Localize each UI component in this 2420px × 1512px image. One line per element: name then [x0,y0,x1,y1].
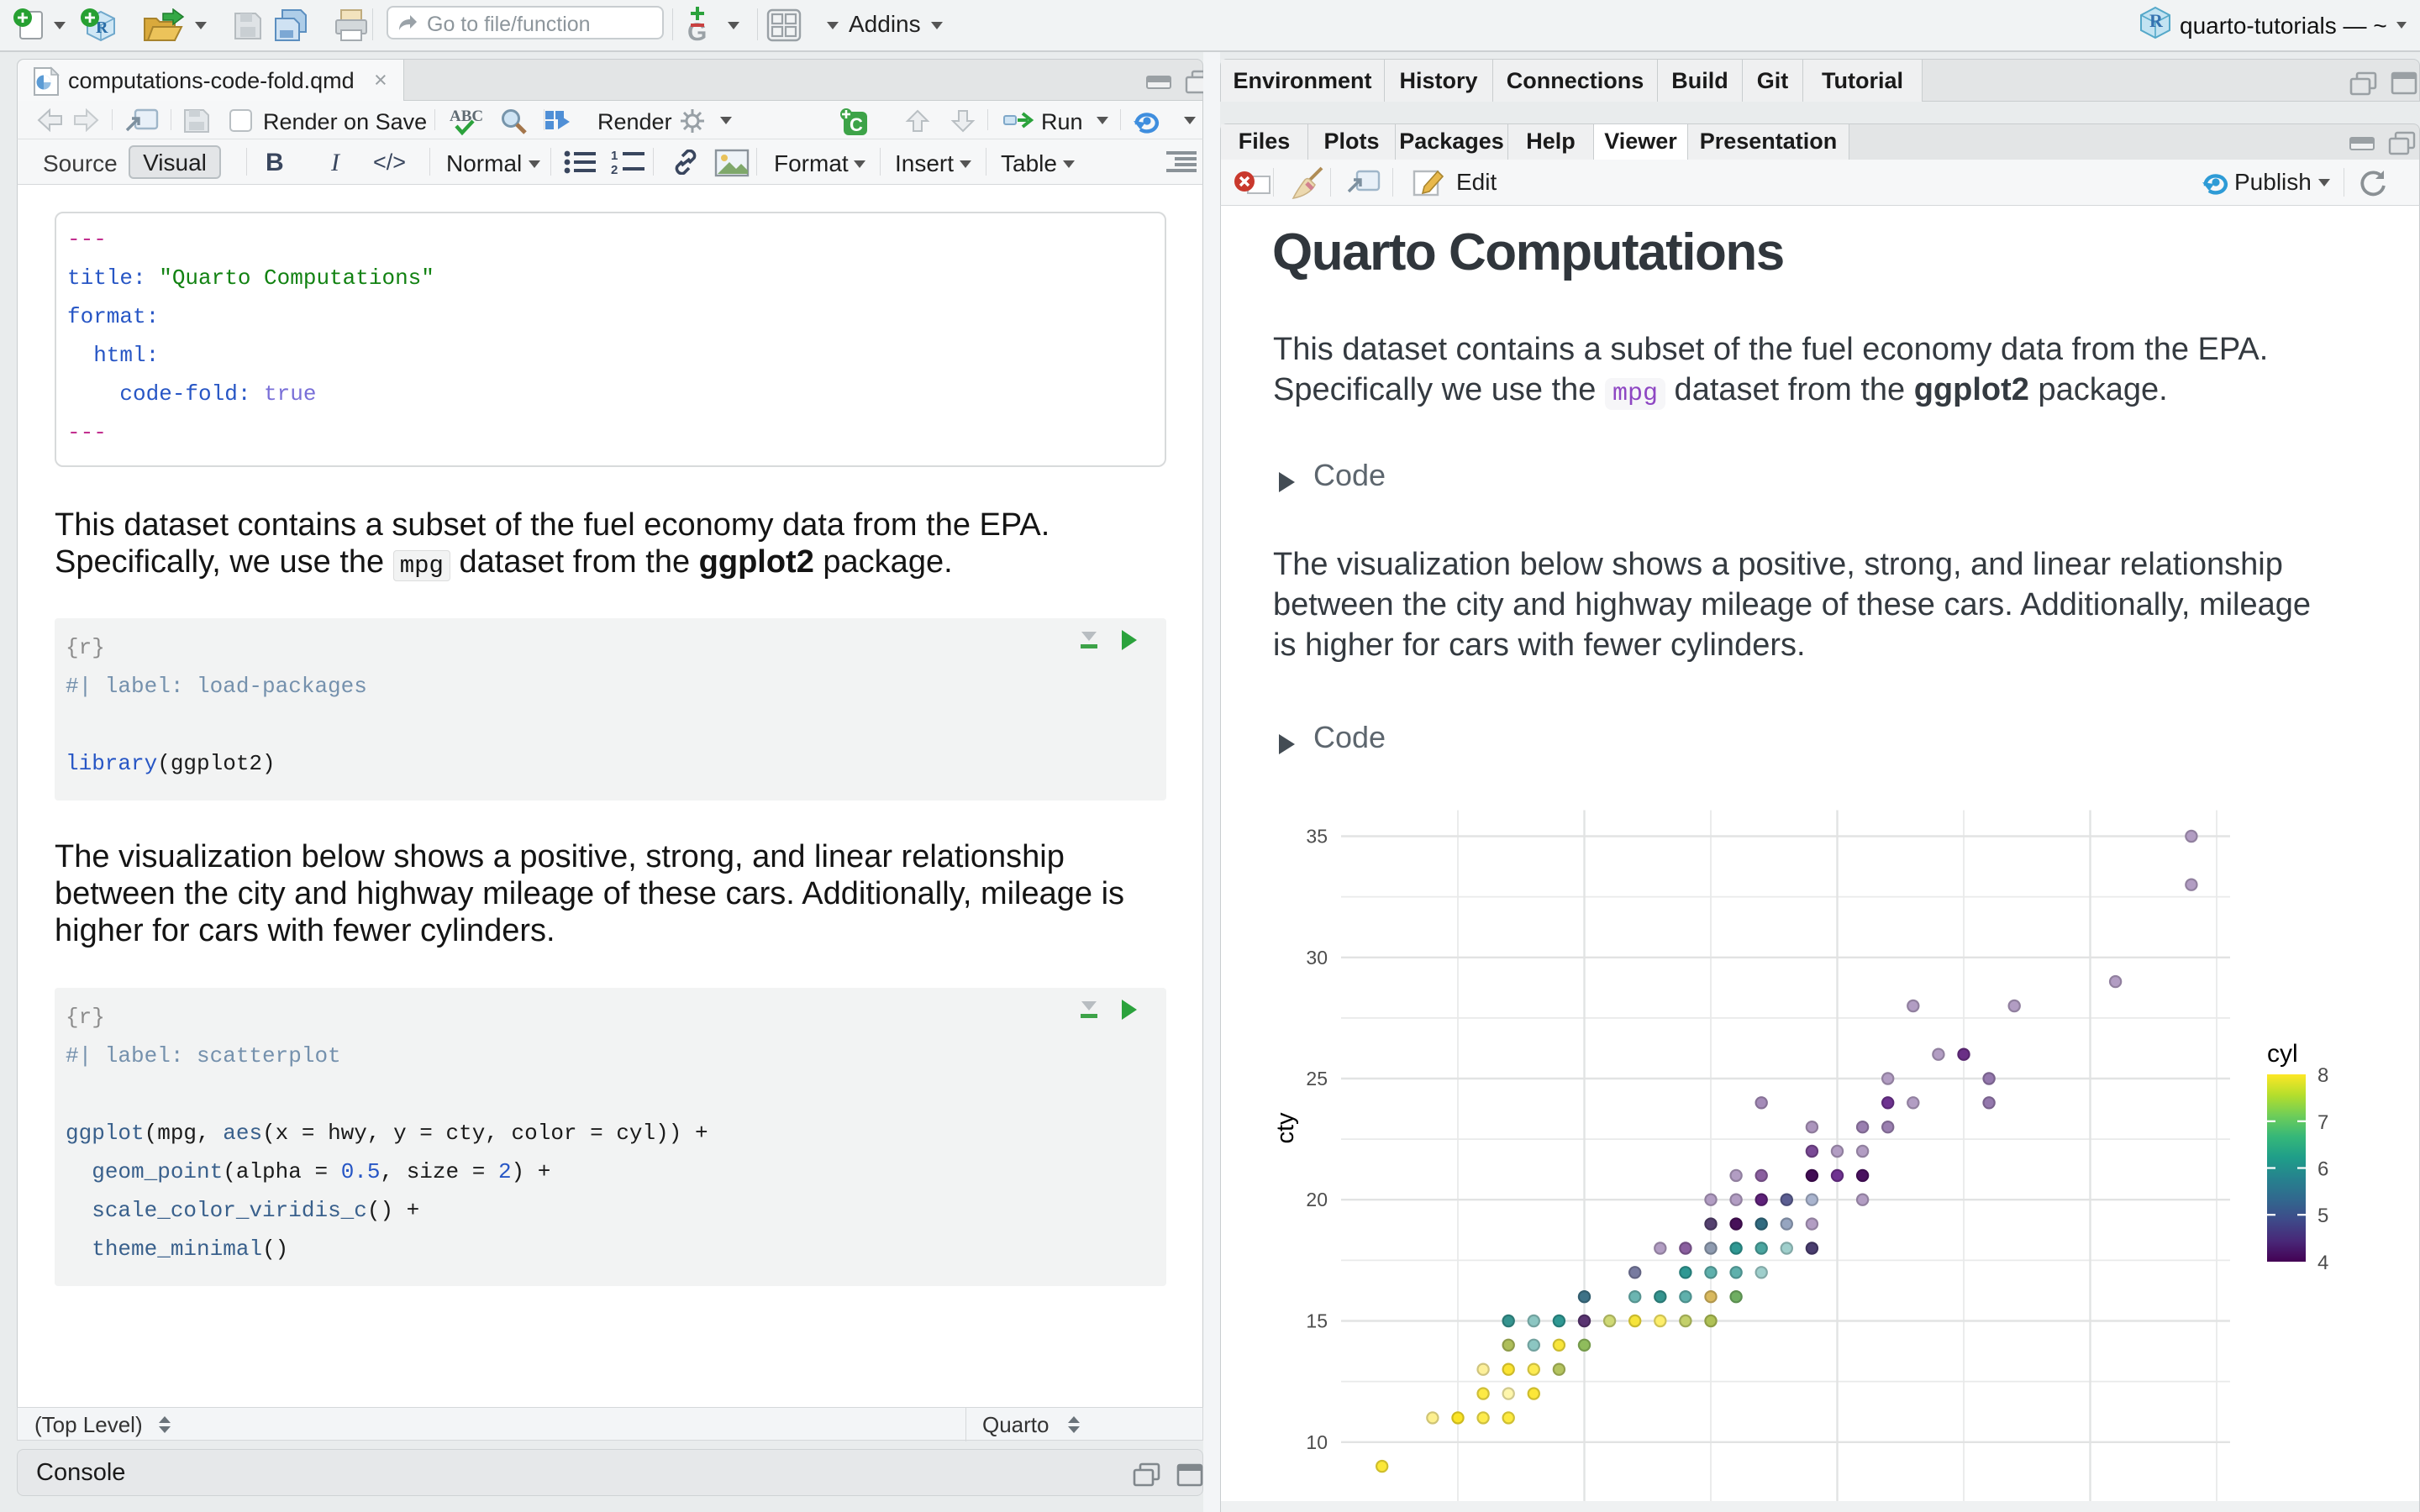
svg-text:10: 10 [1306,1431,1328,1453]
svg-text:cyl: cyl [2267,1040,2298,1068]
svg-text:15: 15 [1306,1310,1328,1332]
svg-text:G: G [687,18,707,44]
svg-text:1: 1 [611,149,618,163]
svg-text:cty: cty [1272,1112,1299,1144]
svg-text:35: 35 [1306,826,1328,848]
svg-text:6: 6 [2317,1158,2328,1181]
svg-text:30: 30 [1306,947,1328,969]
svg-text:R: R [2149,10,2164,31]
svg-text:2: 2 [611,163,618,176]
svg-text:25: 25 [1306,1068,1328,1089]
svg-text:8: 8 [2317,1064,2328,1087]
svg-text:5: 5 [2317,1205,2328,1227]
svg-text:20: 20 [1306,1189,1328,1210]
svg-text:4: 4 [2317,1252,2328,1274]
svg-text:ABC: ABC [450,108,483,125]
svg-text:C: C [850,114,863,135]
svg-text:7: 7 [2317,1111,2328,1134]
